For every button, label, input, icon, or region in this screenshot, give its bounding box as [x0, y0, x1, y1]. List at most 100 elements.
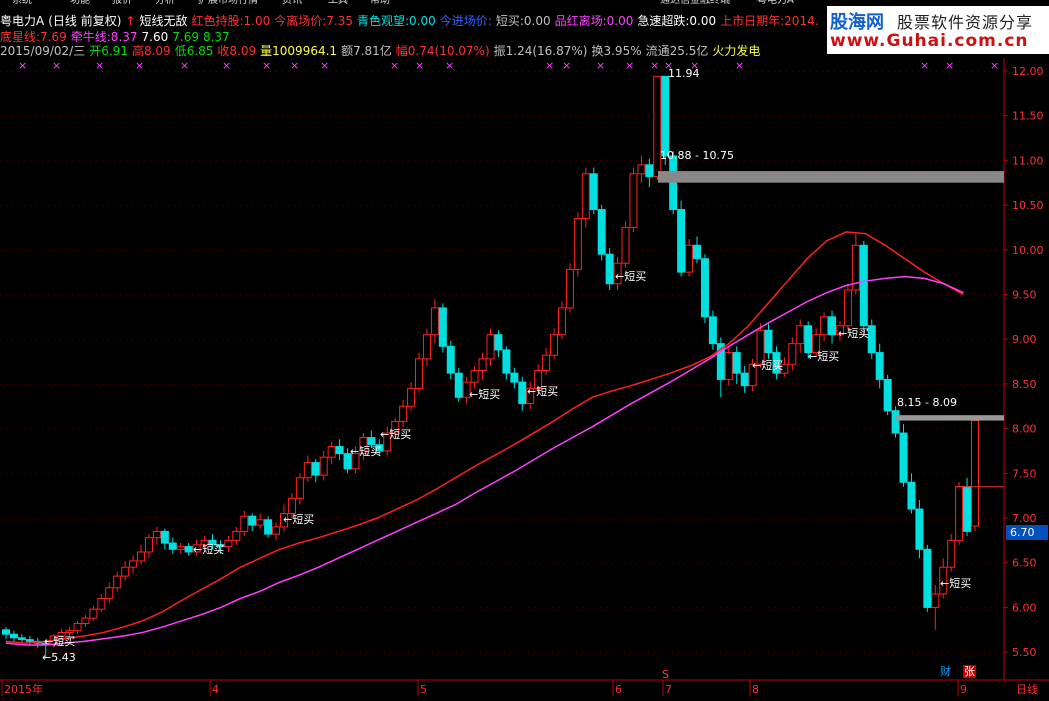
y-grid-dot: [912, 473, 913, 475]
y-grid-dot: [360, 294, 361, 296]
y-grid-dot: [210, 652, 211, 654]
y-grid-dot: [966, 473, 967, 475]
y-grid-dot: [414, 383, 415, 385]
y-grid-dot: [750, 294, 751, 296]
menu-item-2[interactable]: 报价: [112, 0, 132, 6]
y-grid-dot: [72, 428, 73, 430]
menu-item-7[interactable]: 帮助: [370, 0, 390, 6]
y-grid-dot: [168, 428, 169, 430]
y-grid-dot: [576, 115, 577, 117]
y-grid-dot: [936, 205, 937, 207]
y-grid-dot: [906, 383, 907, 385]
y-grid-dot: [18, 607, 19, 609]
menu-item-1[interactable]: 功能: [70, 0, 90, 6]
y-grid-dot: [450, 294, 451, 296]
y-grid-dot: [570, 383, 571, 385]
y-grid-dot: [324, 294, 325, 296]
y-grid-dot: [978, 160, 979, 162]
y-grid-dot: [468, 562, 469, 564]
y-grid-dot: [504, 562, 505, 564]
y-grid-dot: [444, 652, 445, 654]
cross-marker: ×: [445, 59, 454, 72]
y-grid-dot: [774, 652, 775, 654]
menu-item-8[interactable]: 通达信金融终端: [660, 0, 730, 6]
y-grid-dot: [486, 652, 487, 654]
y-grid-dot: [342, 473, 343, 475]
y-grid-dot: [936, 383, 937, 385]
y-grid-dot: [708, 205, 709, 207]
y-grid-dot: [798, 160, 799, 162]
y-grid-dot: [324, 249, 325, 251]
y-grid-dot: [600, 562, 601, 564]
y-grid-dot: [480, 518, 481, 519]
y-grid-dot: [342, 518, 343, 519]
y-grid-dot: [570, 115, 571, 117]
y-grid-dot: [306, 562, 307, 564]
y-grid-dot: [972, 205, 973, 207]
y-grid-dot: [624, 205, 625, 207]
y-grid-dot: [684, 115, 685, 117]
y-grid-dot: [618, 294, 619, 296]
y-grid-dot: [990, 652, 991, 654]
y-grid-dot: [726, 205, 727, 207]
y-grid-dot: [990, 518, 991, 519]
y-grid-dot: [12, 562, 13, 564]
indicator-name[interactable]: 短线无敌: [139, 14, 187, 28]
menu-item-0[interactable]: 系统: [12, 0, 32, 6]
menu-item-6[interactable]: 工具: [328, 0, 348, 6]
y-grid-dot: [576, 70, 577, 72]
y-grid-dot: [660, 518, 661, 519]
y-grid-dot: [996, 160, 997, 162]
candlestick-chart[interactable]: 12.0011.5011.0010.5010.009.509.008.508.0…: [0, 0, 1049, 701]
y-grid-dot: [456, 294, 457, 296]
y-grid-dot: [876, 294, 877, 296]
y-grid-dot: [222, 205, 223, 207]
menu-item-4[interactable]: 扩展市场行情: [198, 0, 258, 6]
y-grid-dot: [414, 115, 415, 117]
y-grid-dot: [966, 205, 967, 207]
y-grid-dot: [0, 70, 1, 72]
y-grid-dot: [642, 70, 643, 72]
y-grid-dot: [438, 518, 439, 519]
y-grid-dot: [342, 562, 343, 564]
y-grid-dot: [654, 607, 655, 609]
y-grid-dot: [786, 473, 787, 475]
y-grid-dot: [948, 428, 949, 430]
finance-tag[interactable]: 财: [940, 665, 951, 678]
y-grid-dot: [636, 473, 637, 475]
y-grid-dot: [582, 607, 583, 609]
y-grid-dot: [18, 294, 19, 296]
y-grid-dot: [486, 205, 487, 207]
y-grid-dot: [264, 115, 265, 117]
y-grid-dot: [102, 205, 103, 207]
y-grid-dot: [558, 339, 559, 341]
y-grid-dot: [906, 339, 907, 341]
y-grid-dot: [366, 160, 367, 162]
y-grid-dot: [378, 652, 379, 654]
y-grid-dot: [330, 339, 331, 341]
y-grid-dot: [354, 70, 355, 72]
y-grid-dot: [576, 383, 577, 385]
candle-body: [724, 352, 733, 380]
y-grid-dot: [660, 562, 661, 564]
y-grid-dot: [816, 473, 817, 475]
menu-item-9[interactable]: 粤电力A: [757, 0, 794, 6]
y-grid-dot: [708, 383, 709, 385]
candle-body: [73, 623, 82, 632]
menu-item-5[interactable]: 资讯: [282, 0, 302, 6]
buy-signal-label: ←短买: [283, 512, 314, 526]
y-grid-dot: [468, 652, 469, 654]
y-grid-dot: [1002, 607, 1003, 609]
y-grid-dot: [840, 518, 841, 519]
candle-body: [240, 515, 249, 532]
y-grid-dot: [462, 652, 463, 654]
y-grid-dot: [606, 473, 607, 475]
menu-item-3[interactable]: 分析: [155, 0, 175, 6]
zhang-tag[interactable]: 张: [963, 665, 976, 678]
y-grid-dot: [504, 160, 505, 162]
stock-name: 粤电力A: [0, 14, 45, 28]
y-grid-dot: [144, 428, 145, 430]
y-grid-dot: [540, 294, 541, 296]
y-grid-dot: [390, 339, 391, 341]
y-grid-dot: [1002, 473, 1003, 475]
